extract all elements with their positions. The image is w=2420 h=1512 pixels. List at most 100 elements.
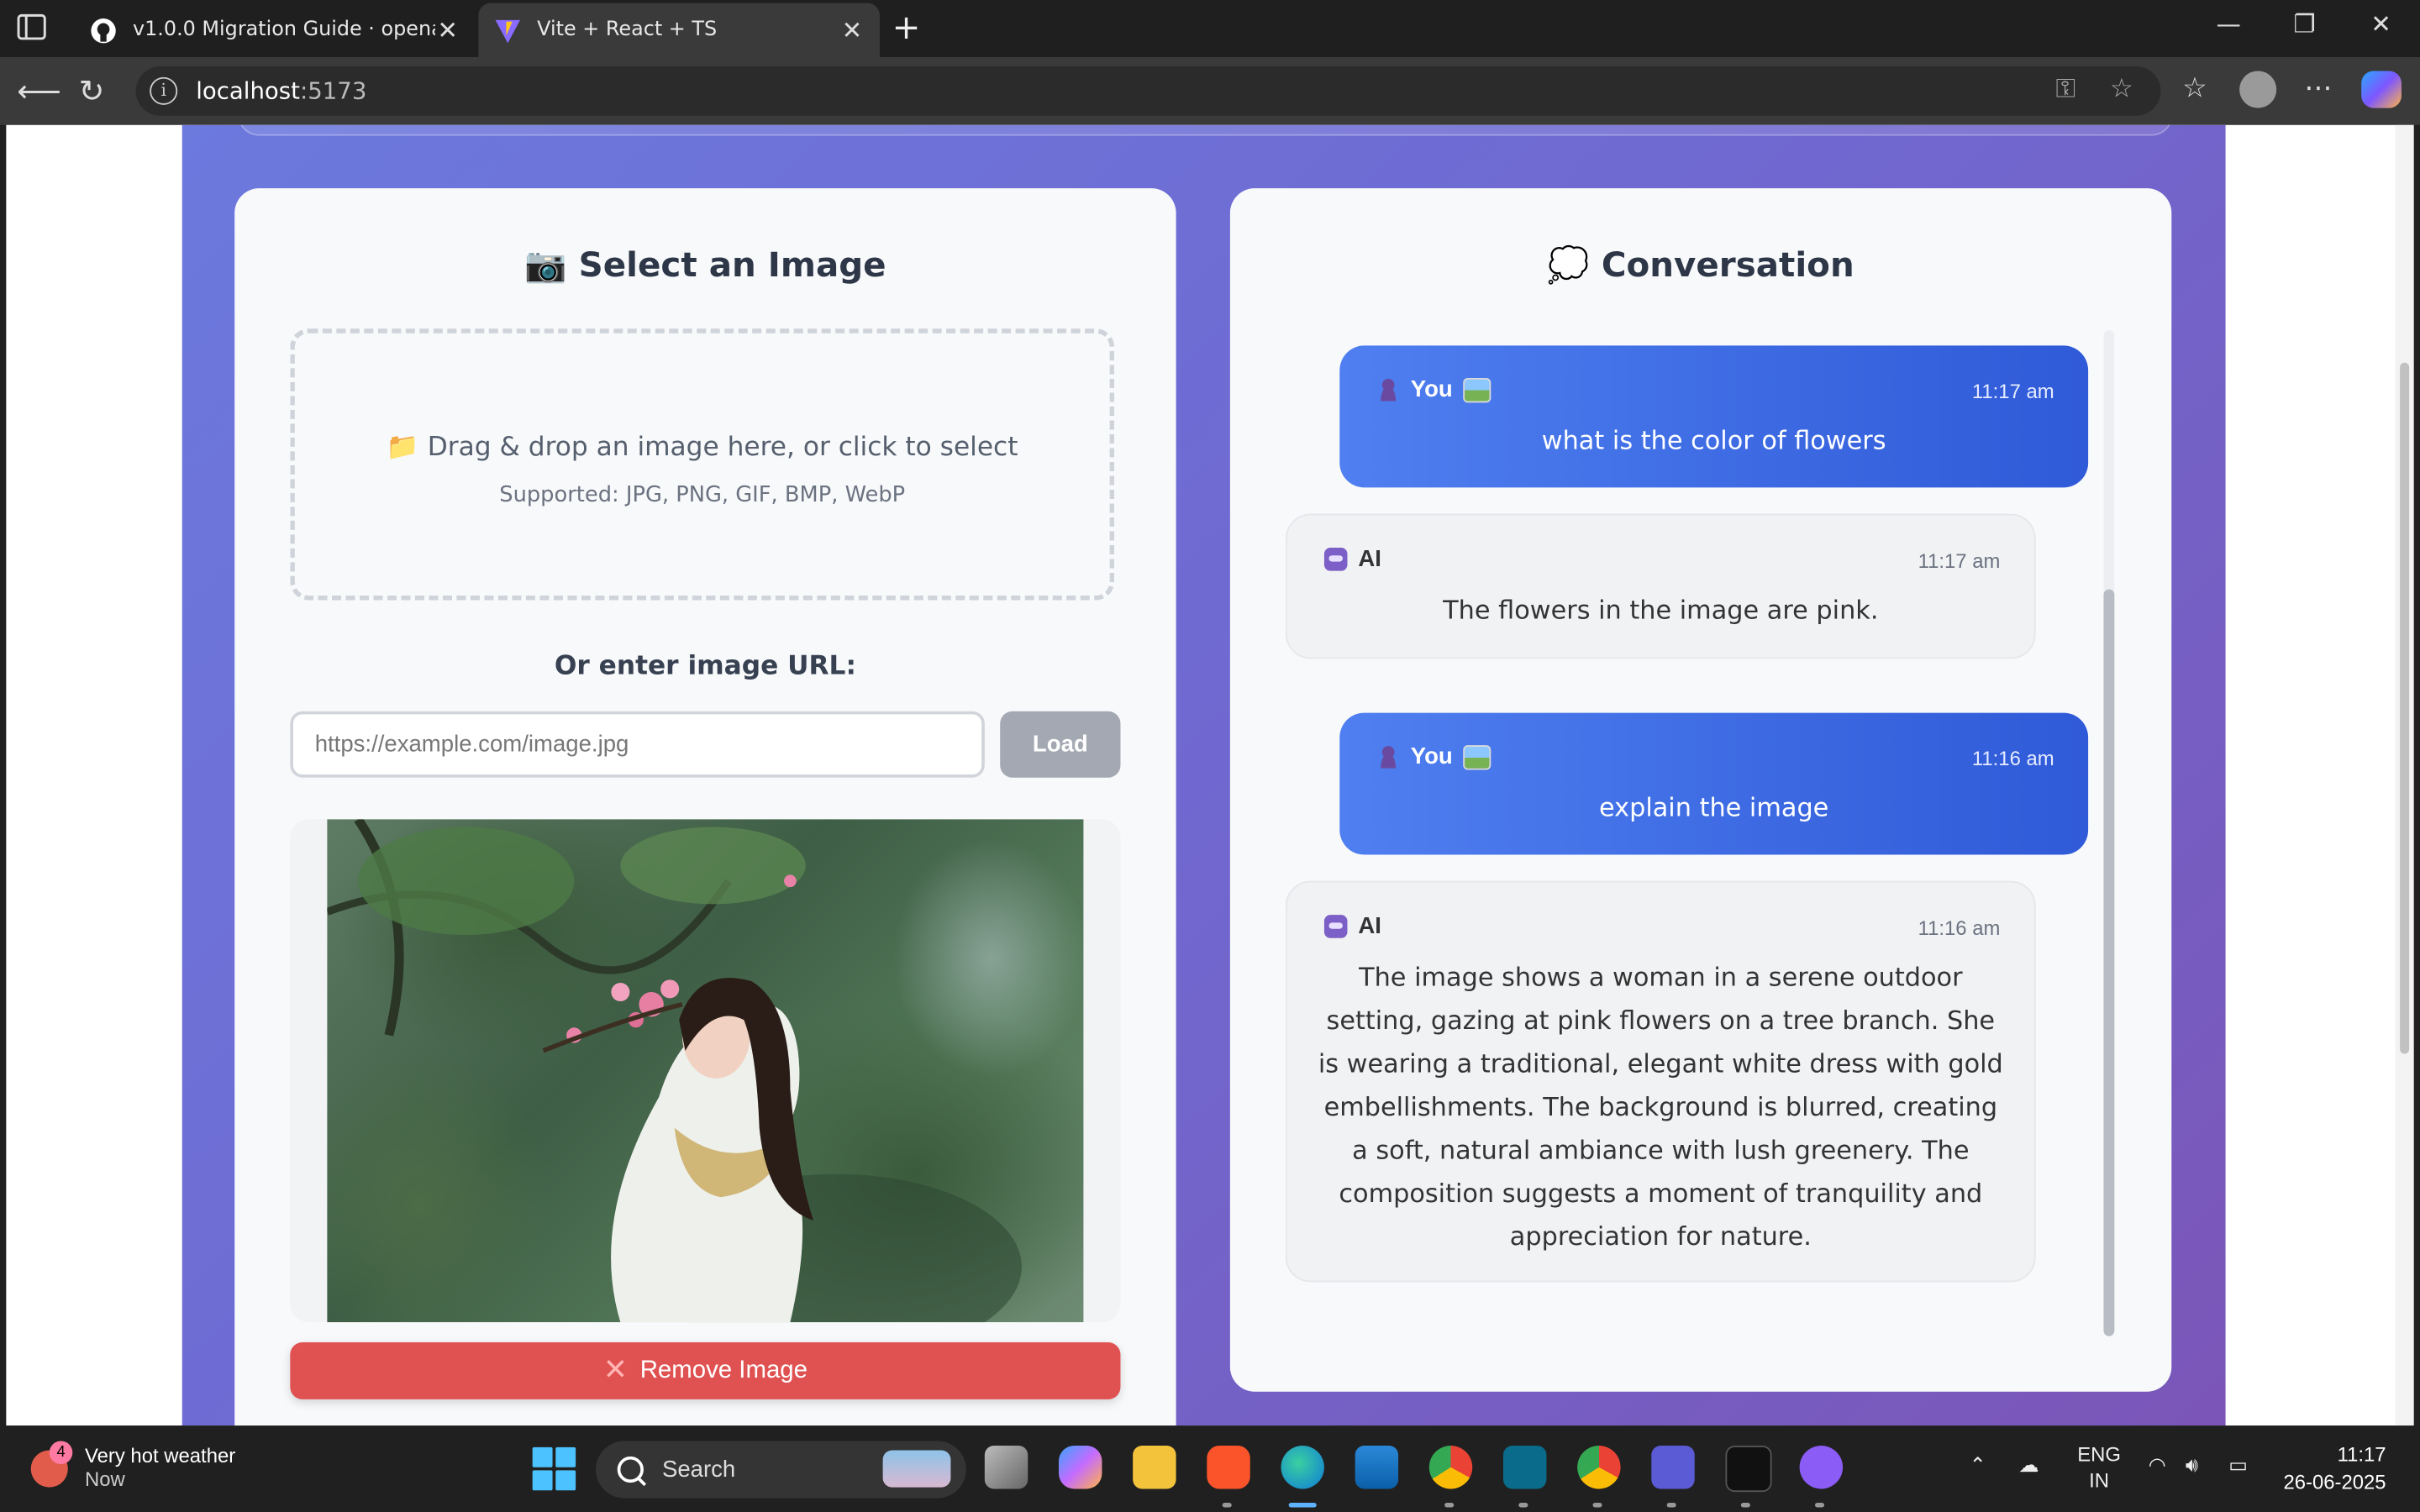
more-options-icon[interactable]: ⋯ (2304, 72, 2332, 105)
weather-subtitle: Now (85, 1467, 125, 1491)
close-window-icon[interactable]: ✕ (2370, 9, 2391, 39)
chat-message-user: You 11:17 am what is the color of flower… (1339, 345, 2089, 488)
thermometer-icon: 4 (30, 1441, 73, 1488)
message-text: explain the image (1599, 793, 1829, 822)
conversation-panel: 💭 Conversation You 11:17 am what is the … (1229, 188, 2172, 1392)
profile-avatar[interactable] (2239, 71, 2277, 108)
taskbar-search[interactable]: Search (595, 1441, 966, 1499)
chat-message-ai: AI 11:17 am The flowers in the image are… (1286, 513, 2036, 659)
message-text: The image shows a woman in a serene outd… (1318, 963, 2003, 1252)
preview-photo (327, 819, 1084, 1323)
chat-scrollbar-thumb[interactable] (2103, 589, 2115, 1336)
message-list[interactable]: You 11:17 am what is the color of flower… (1286, 327, 2119, 1337)
robot-icon (1323, 548, 1348, 571)
conversation-title: 💭 Conversation (1547, 246, 1854, 286)
message-text: what is the color of flowers (1541, 425, 1886, 455)
message-time: 11:17 am (1918, 549, 2001, 573)
file-explorer-icon[interactable] (1133, 1446, 1176, 1489)
dropzone-text: 📁 Drag & drop an image here, or click to… (386, 432, 1018, 464)
favorites-icon[interactable]: ☆ (2182, 72, 2207, 105)
person-icon (1376, 378, 1400, 402)
picture-icon (1463, 744, 1491, 769)
language-indicator[interactable]: ENG IN (2077, 1441, 2121, 1494)
page-viewport: 📷 Select an Image 📁 Drag & drop an image… (6, 124, 2414, 1426)
camera-icon: 📷 (524, 246, 567, 286)
volume-icon[interactable]: 🔊︎ (2186, 1453, 2198, 1478)
clock-time: 11:17 (2337, 1442, 2386, 1466)
github-desktop-icon[interactable] (1799, 1446, 1844, 1489)
robot-icon (1323, 915, 1348, 938)
sender-name: You (1410, 743, 1453, 770)
address-bar[interactable]: i localhost:5173 ⚿ ☆ (135, 66, 2161, 116)
picture-icon (1463, 377, 1491, 402)
reload-icon[interactable]: ↻ (79, 72, 105, 109)
edge-browser-icon[interactable] (1281, 1446, 1324, 1489)
tab-vite-react-ts[interactable]: Vite + React + TS ✕ (478, 3, 880, 57)
page-scrollbar-thumb[interactable] (2400, 362, 2410, 1054)
message-time: 11:16 am (1918, 916, 2001, 940)
thought-bubble-icon: 💭 (1547, 246, 1590, 286)
github-icon (91, 18, 116, 43)
browser-toolbar: ⟵ ↻ i localhost:5173 ⚿ ☆ ☆ ⋯ (0, 56, 2420, 125)
wifi-icon[interactable]: ◠ (2149, 1453, 2166, 1478)
sidebar-toggle-icon[interactable] (15, 13, 49, 44)
tab-close-icon[interactable]: ✕ (435, 15, 460, 45)
taskbar-clock[interactable]: 11:17 26-06-2025 (2283, 1441, 2386, 1497)
image-preview (290, 819, 1121, 1323)
chrome-icon[interactable] (1577, 1446, 1621, 1489)
terminal-app-icon[interactable] (1725, 1446, 1772, 1493)
sender-name: AI (1358, 546, 1381, 573)
page-scrollbar[interactable] (2395, 124, 2414, 1426)
search-label: Search (661, 1456, 736, 1483)
tab-title: Vite + React + TS (537, 18, 718, 42)
restore-icon[interactable]: ❐ (2293, 9, 2315, 39)
minimize-icon[interactable]: — (2217, 9, 2241, 39)
message-time: 11:17 am (1971, 379, 2054, 403)
onedrive-icon[interactable]: ☁ (2018, 1453, 2039, 1478)
vite-icon (495, 18, 520, 43)
weather-badge: 4 (49, 1441, 73, 1465)
favorite-star-icon[interactable]: ☆ (2110, 74, 2133, 105)
search-icon (617, 1456, 644, 1483)
vscode-insiders-icon[interactable] (1502, 1446, 1547, 1489)
start-button[interactable] (532, 1446, 576, 1491)
app-background: 📷 Select an Image 📁 Drag & drop an image… (182, 124, 2226, 1426)
dropzone-formats: Supported: JPG, PNG, GIF, BMP, WebP (499, 482, 906, 508)
password-key-icon[interactable]: ⚿ (2056, 74, 2076, 105)
new-tab-button[interactable]: + (892, 9, 921, 48)
chrome-profile-j-icon[interactable] (1428, 1446, 1473, 1489)
load-button[interactable]: Load (1000, 711, 1121, 778)
weather-title: Very hot weather (85, 1444, 236, 1467)
battery-icon[interactable]: ▭ (2228, 1453, 2248, 1478)
weather-widget[interactable]: 4 Very hot weather Now (30, 1441, 236, 1491)
copilot-icon[interactable] (2361, 71, 2402, 108)
tab-title: v1.0.0 Migration Guide · openai/o (132, 18, 435, 42)
remove-image-button[interactable]: ✕ Remove Image (290, 1341, 1121, 1399)
notes-app-icon[interactable] (1651, 1446, 1695, 1489)
close-x-icon: ✕ (602, 1354, 629, 1388)
image-url-input[interactable] (290, 711, 985, 778)
task-view-icon[interactable] (984, 1446, 1028, 1489)
message-text: The flowers in the image are pink. (1443, 595, 1879, 625)
header-card-edge (237, 124, 2174, 136)
browser-tab-bar: v1.0.0 Migration Guide · openai/o ✕ Vite… (0, 0, 2420, 57)
search-highlight-image (882, 1450, 951, 1488)
address-url: localhost:5173 (196, 76, 367, 105)
tab-close-icon[interactable]: ✕ (839, 15, 864, 45)
brave-browser-icon[interactable] (1207, 1446, 1250, 1489)
image-panel-title: 📷 Select an Image (524, 246, 886, 286)
tab-github-migration-guide[interactable]: v1.0.0 Migration Guide · openai/o ✕ (74, 3, 476, 57)
chevron-up-icon[interactable]: ⌃ (1970, 1453, 1986, 1478)
image-dropzone[interactable]: 📁 Drag & drop an image here, or click to… (290, 328, 1115, 601)
folder-icon: 📁 (386, 432, 419, 464)
url-label: Or enter image URL: (554, 651, 856, 682)
copilot-app-icon[interactable] (1059, 1446, 1102, 1489)
back-icon[interactable]: ⟵ (17, 72, 61, 109)
sender-name: AI (1358, 913, 1381, 940)
image-upload-panel: 📷 Select an Image 📁 Drag & drop an image… (234, 188, 1176, 1426)
site-info-icon[interactable]: i (150, 76, 178, 105)
microsoft-store-icon[interactable] (1355, 1446, 1399, 1489)
clock-date: 26-06-2025 (2283, 1470, 2386, 1494)
taskbar: 4 Very hot weather Now Search ⌃ ☁ ENG IN … (0, 1425, 2420, 1512)
message-time: 11:16 am (1971, 746, 2054, 770)
